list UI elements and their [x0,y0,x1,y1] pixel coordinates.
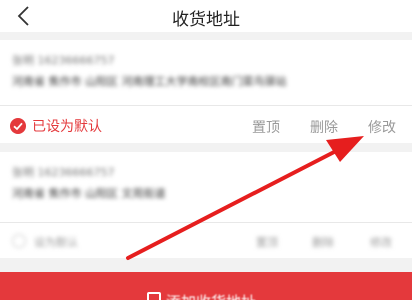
set-default-radio[interactable] [12,234,26,248]
top-bar: 收货地址 [0,0,412,32]
delete-button[interactable]: 删除 [310,117,338,137]
set-default-label[interactable]: 设为默认 [34,234,78,250]
default-status: 已设为默认 [10,116,102,136]
check-circle-icon [10,118,26,134]
add-address-label: 添加收货地址 [166,291,256,300]
pin-top-button[interactable]: 置顶 [256,234,278,250]
address-card-default: 张明 16236666757 河南省 焦作市 山阳区 河南理工大学南校区南门菜鸟… [0,40,412,143]
divider [0,222,412,223]
delete-button[interactable]: 删除 [312,234,334,250]
recipient-name-phone: 张明 16236666757 [12,54,115,67]
edit-button[interactable]: 修改 [368,117,396,137]
add-address-button[interactable]: 添加收货地址 [0,272,412,300]
recipient-name-phone: 张明 16236666757 [12,166,115,179]
pin-top-button[interactable]: 置顶 [252,117,280,137]
recipient-address: 河南省 焦作市 山阳区 文苑街道 [12,187,166,200]
address-card-2: 张明 16236666757 河南省 焦作市 山阳区 文苑街道 设为默认 置顶 … [0,152,412,258]
plus-icon [147,292,161,300]
edit-button[interactable]: 修改 [370,234,392,250]
recipient-address: 河南省 焦作市 山阳区 河南理工大学南校区南门菜鸟驿站 [12,75,287,88]
page-title: 收货地址 [172,10,240,30]
divider [0,105,412,106]
default-label: 已设为默认 [32,119,102,135]
